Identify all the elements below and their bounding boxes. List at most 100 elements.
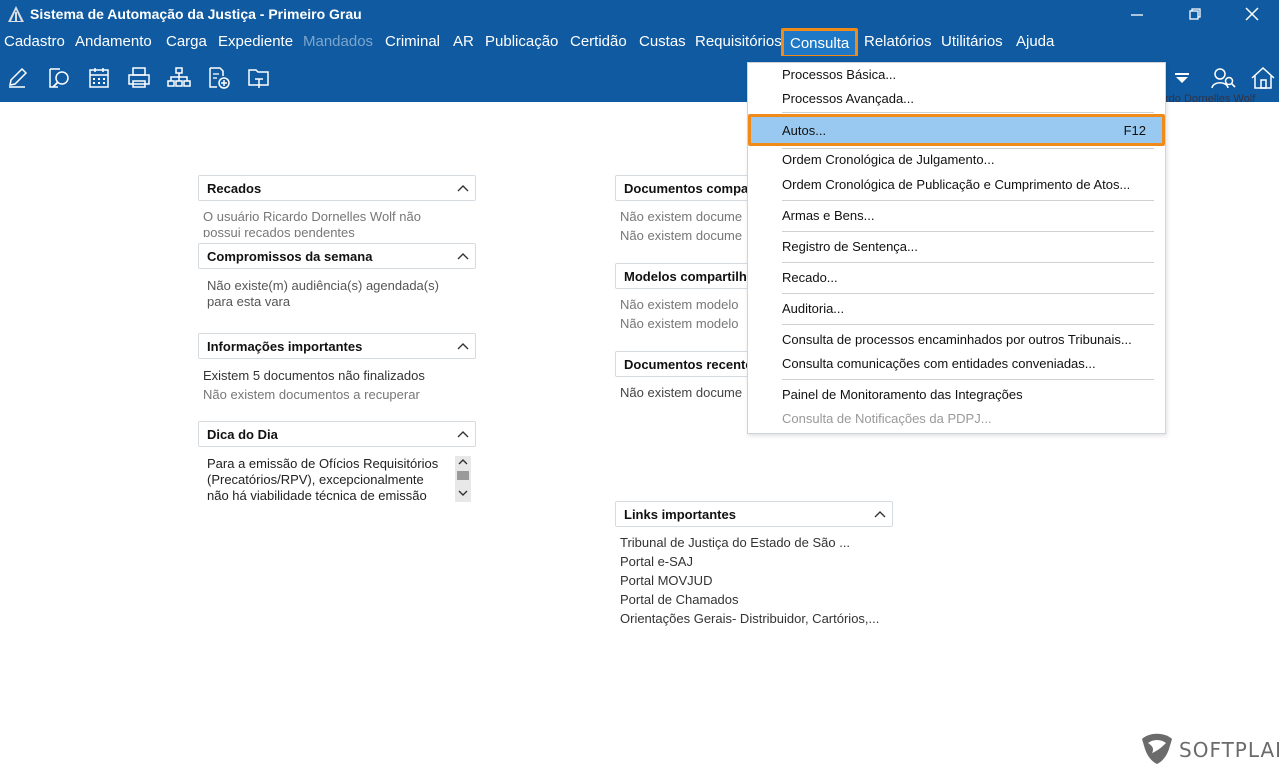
softplan-wordmark: SOFTPLAN [1179, 738, 1279, 762]
menu-separator [782, 293, 1154, 294]
informacoes-text-line: Não existem documentos a recuperar [203, 387, 420, 402]
users-icon [1211, 68, 1236, 89]
chevron-up-icon[interactable] [874, 509, 886, 519]
chevron-up-icon[interactable] [457, 341, 469, 351]
close-button[interactable] [1229, 0, 1275, 28]
menu-item-registro-sentenca[interactable]: Registro de Sentença... [782, 239, 918, 254]
compromissos-text-line: para esta vara [207, 294, 291, 309]
link-tjsp[interactable]: Tribunal de Justiça do Estado de São ... [620, 535, 850, 551]
recados-text-line: O usuário Ricardo Dornelles Wolf não [203, 209, 421, 224]
search-document-icon [49, 68, 69, 88]
modelos-compartilhados-text: Não existem modelo [620, 297, 739, 312]
scroll-up-icon[interactable] [458, 458, 468, 466]
menu-bar: Cadastro Andamento Carga Expediente Mand… [0, 28, 1279, 58]
documentos-compartilhados-title: Documentos compa [624, 181, 749, 196]
menu-mandados: Mandados [303, 33, 374, 50]
folder-button[interactable] [245, 64, 273, 92]
search-document-button[interactable] [45, 64, 73, 92]
print-button[interactable] [125, 64, 153, 92]
chevron-up-icon[interactable] [457, 183, 469, 193]
softplan-logo: SOFTPLAN [1139, 731, 1279, 765]
title-bar: Sistema de Automação da Justiça - Primei… [0, 0, 1279, 28]
menu-criminal[interactable]: Criminal [385, 33, 440, 50]
documentos-recentes-text: Não existem docume [620, 385, 743, 400]
menu-item-processos-encaminhados[interactable]: Consulta de processos encaminhados por o… [782, 332, 1132, 347]
users-button[interactable] [1209, 64, 1237, 92]
menu-item-comunicacoes-entidades[interactable]: Consulta comunicações com entidades conv… [782, 356, 1096, 371]
menu-item-autos-label: Autos... [782, 123, 827, 138]
dica-panel-header[interactable]: Dica do Dia [198, 421, 476, 447]
menu-requisitorios[interactable]: Requisitórios [695, 33, 782, 50]
dica-text-line: Para a emissão de Ofícios Requisitórios [207, 456, 439, 471]
recados-text-line: possui recados pendentes [203, 225, 355, 237]
menu-ar[interactable]: AR [453, 33, 474, 50]
link-orientacoes-gerais[interactable]: Orientações Gerais- Distribuidor, Cartór… [620, 611, 879, 627]
documentos-recentes-title: Documentos recente [624, 357, 753, 372]
documentos-nao-finalizados-link[interactable]: Existem 5 documentos não finalizados [203, 368, 425, 384]
dica-text-line: (Precatórios/RPV), excepcionalmente [207, 472, 424, 487]
app-logo-icon [8, 6, 24, 22]
links-panel-header[interactable]: Links importantes [615, 501, 893, 527]
menu-consulta[interactable]: Consulta [781, 28, 859, 58]
menu-item-ordem-cronologica-publicacao[interactable]: Ordem Cronológica de Publicação e Cumpri… [782, 177, 1130, 192]
documentos-compartilhados-text: Não existem docume [620, 228, 743, 243]
link-portal-chamados[interactable]: Portal de Chamados [620, 592, 739, 608]
menu-separator [782, 200, 1154, 201]
hierarchy-button[interactable] [165, 64, 193, 92]
printer-icon [128, 67, 150, 88]
menu-custas[interactable]: Custas [639, 33, 686, 50]
menu-item-notificacoes-pdpj: Consulta de Notificações da PDPJ... [782, 411, 992, 426]
recados-panel-header[interactable]: Recados [198, 175, 476, 201]
menu-item-painel-monitoramento[interactable]: Painel de Monitoramento das Integrações [782, 387, 1023, 402]
chevron-up-icon[interactable] [457, 251, 469, 261]
compromissos-panel-header[interactable]: Compromissos da semana [198, 243, 476, 269]
close-icon [1245, 7, 1259, 21]
logged-user-label: rdo Dornelles Wolf [1165, 93, 1256, 105]
informacoes-title: Informações importantes [207, 339, 363, 354]
menu-carga[interactable]: Carga [166, 33, 207, 50]
menu-item-autos[interactable]: Autos... F12 [748, 114, 1165, 146]
menu-item-processos-avancada[interactable]: Processos Avançada... [782, 91, 914, 106]
folder-icon [248, 69, 269, 88]
minimize-icon [1131, 14, 1143, 16]
dropdown-arrow-button[interactable] [1168, 64, 1196, 92]
link-portal-movjud[interactable]: Portal MOVJUD [620, 573, 712, 589]
link-portal-esaj[interactable]: Portal e-SAJ [620, 554, 693, 570]
menu-cadastro[interactable]: Cadastro [4, 33, 65, 50]
menu-separator [782, 324, 1154, 325]
restore-button[interactable] [1172, 0, 1218, 28]
menu-item-ordem-cronologica-julgamento[interactable]: Ordem Cronológica de Julgamento... [782, 152, 994, 167]
scroll-down-icon[interactable] [458, 489, 468, 497]
add-document-button[interactable] [205, 64, 233, 92]
chevron-up-icon[interactable] [457, 429, 469, 439]
informacoes-panel-header[interactable]: Informações importantes [198, 333, 476, 359]
dica-text-line: não há viabilidade técnica de emissão [207, 488, 427, 503]
home-icon [1251, 66, 1275, 89]
modelos-compartilhados-text: Não existem modelo [620, 316, 739, 331]
minimize-button[interactable] [1114, 0, 1160, 28]
window-title: Sistema de Automação da Justiça - Primei… [30, 6, 362, 22]
menu-item-processos-basica[interactable]: Processos Básica... [782, 67, 896, 82]
menu-item-recado[interactable]: Recado... [782, 270, 838, 285]
menu-utilitarios[interactable]: Utilitários [941, 33, 1003, 50]
menu-item-auditoria[interactable]: Auditoria... [782, 301, 844, 316]
compromissos-title: Compromissos da semana [207, 249, 373, 264]
menu-certidao[interactable]: Certidão [570, 33, 627, 50]
menu-item-armas-bens[interactable]: Armas e Bens... [782, 208, 874, 223]
dica-title: Dica do Dia [207, 427, 278, 442]
edit-button[interactable] [4, 64, 32, 92]
recados-title: Recados [207, 181, 262, 196]
calendar-icon [89, 68, 109, 88]
menu-andamento[interactable]: Andamento [75, 33, 152, 50]
menu-ajuda[interactable]: Ajuda [1016, 33, 1054, 50]
menu-publicacao[interactable]: Publicação [485, 33, 558, 50]
calendar-button[interactable] [85, 64, 113, 92]
menu-relatorios[interactable]: Relatórios [864, 33, 932, 50]
dica-scrollbar[interactable] [455, 456, 471, 502]
menu-separator [782, 112, 1154, 113]
menu-separator [782, 379, 1154, 380]
scroll-thumb[interactable] [457, 471, 469, 480]
menu-expediente[interactable]: Expediente [218, 33, 293, 50]
home-button[interactable] [1249, 64, 1277, 92]
menu-separator [782, 148, 1154, 149]
